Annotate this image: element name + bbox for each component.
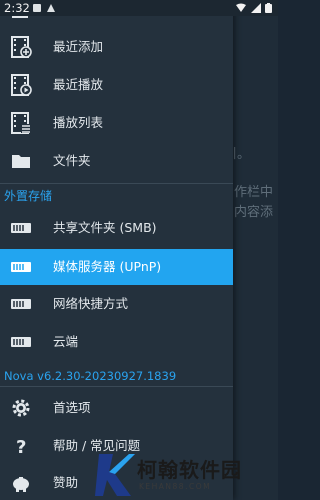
divider (0, 386, 233, 387)
drawer-item-label: 媒体服务器 (UPnP) (53, 259, 162, 274)
drawer-item-label: 共享文件夹 (SMB) (53, 220, 157, 235)
drawer-item-label: 网络快捷方式 (53, 296, 129, 311)
drawer-item-label: 云端 (53, 334, 79, 349)
drawer-item-network-shortcuts[interactable]: 网络快捷方式 (0, 286, 233, 322)
drawer-item-preferences[interactable]: 首选项 (0, 390, 233, 426)
version-header: Nova v6.2.30-20230927.1839 (4, 369, 177, 383)
drawer-item-playlists[interactable]: 播放列表 (0, 105, 233, 141)
question-icon: ? (16, 437, 26, 457)
watermark: 柯翰软件园 KEHAN88.COM (95, 448, 278, 500)
drawer-item-label: 赞助 (53, 475, 79, 490)
svg-text:?: ? (16, 437, 26, 457)
drawer-item-label: 首选项 (53, 400, 91, 415)
drawer-item-label: 最近播放 (53, 77, 104, 92)
storage-icon (11, 223, 31, 233)
film-list-icon (11, 112, 31, 134)
status-bar: 2:32 (0, 0, 278, 16)
storage-icon (11, 299, 31, 309)
piggy-bank-icon (13, 477, 29, 492)
watermark-logo-icon (95, 454, 135, 496)
folder-icon (12, 155, 30, 168)
notification-icon (33, 4, 41, 12)
alert-icon (47, 4, 55, 12)
drawer-item-label: 播放列表 (53, 115, 104, 130)
navigation-drawer: 最近添加 最近播放 播放列表 文件夹 外置存储 共享文件夹 (SMB) 媒体服务… (0, 0, 233, 500)
drawer-item-recently-added[interactable]: 最近添加 (0, 29, 233, 65)
drawer-item-cloud[interactable]: 云端 (0, 324, 233, 360)
storage-icon (11, 262, 31, 272)
drawer-item-label: 最近添加 (53, 39, 104, 54)
watermark-url: KEHAN88.COM (139, 482, 212, 491)
drawer-item-label: 文件夹 (53, 153, 91, 168)
film-plus-icon (11, 36, 32, 58)
external-storage-header: 外置存储 (4, 189, 53, 203)
battery-icon (265, 3, 272, 13)
drawer-item-smb[interactable]: 共享文件夹 (SMB) (0, 210, 233, 246)
film-play-icon (11, 74, 32, 96)
gear-icon (12, 399, 30, 417)
status-time: 2:32 (4, 1, 30, 15)
divider (0, 183, 233, 184)
drawer-item-recently-played[interactable]: 最近播放 (0, 67, 233, 103)
bg-text-2: 作栏中 (234, 185, 274, 200)
drawer-item-folders[interactable]: 文件夹 (0, 143, 233, 179)
bg-text-3: 内容添 (234, 205, 274, 220)
wifi-icon (236, 3, 246, 12)
watermark-text: 柯翰软件园 (137, 458, 242, 482)
storage-icon (11, 337, 31, 347)
drawer-item-upnp[interactable]: 媒体服务器 (UPnP) (0, 249, 233, 285)
signal-icon (251, 3, 261, 13)
